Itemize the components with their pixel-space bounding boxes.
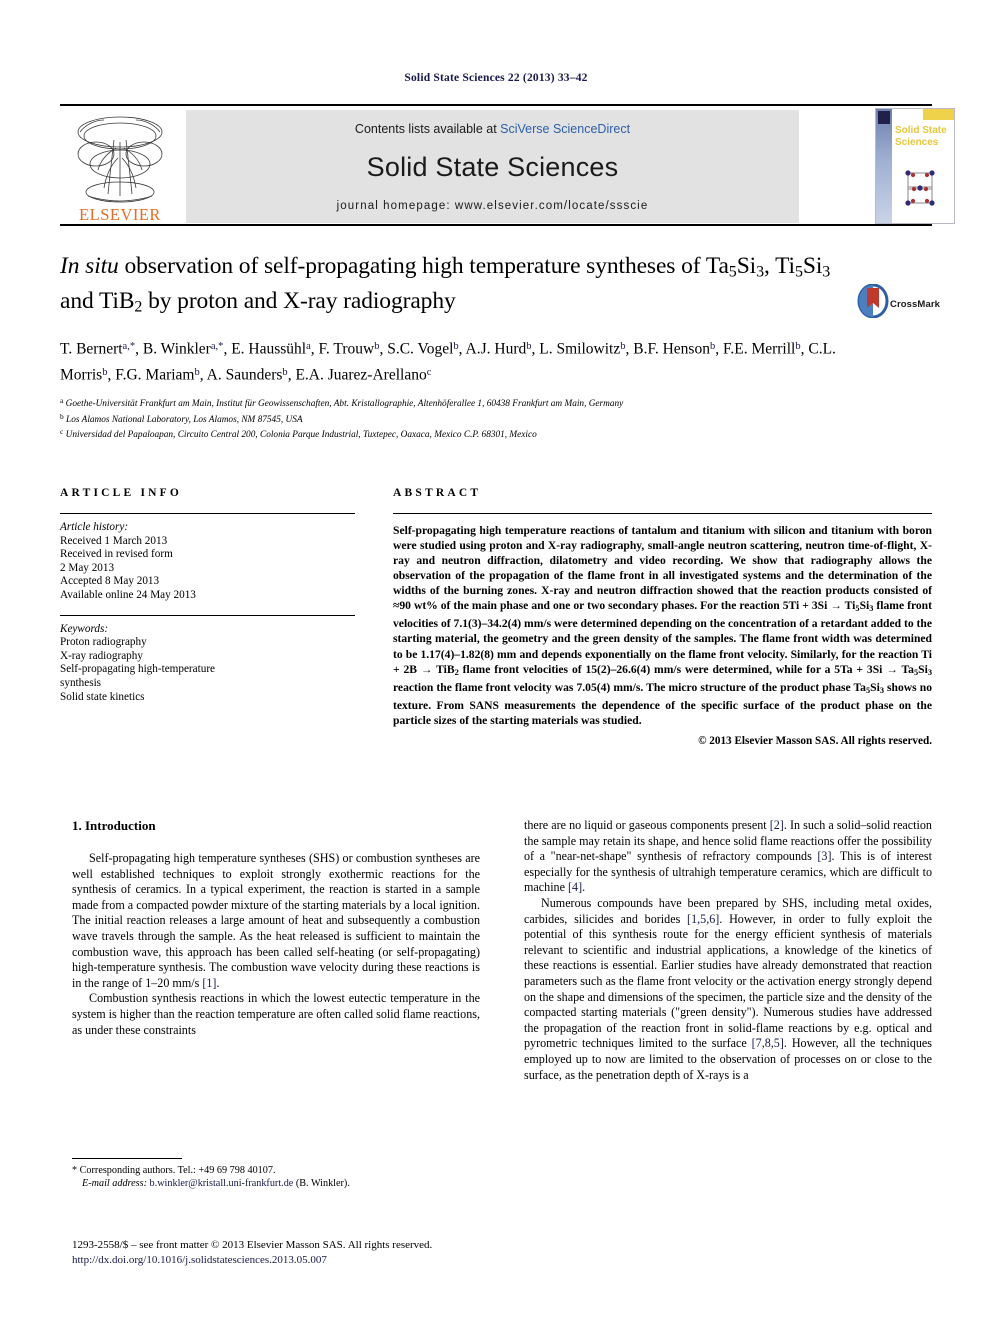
article-info-rule-mid (60, 614, 355, 616)
abstract-heading: ABSTRACT (393, 487, 482, 499)
abstract-text: Self-propagating high temperature reacti… (393, 524, 932, 727)
section-heading-introduction: 1. Introduction (72, 818, 156, 833)
article-info-heading: ARTICLE INFO (60, 487, 183, 499)
journal-article-page: Solid State Sciences 22 (2013) 33–42 ELS… (0, 0, 992, 1323)
history-received: Received 1 March 2013 (60, 534, 168, 547)
email-label: E-mail address: (82, 1178, 147, 1190)
history-revised: Received in revised form (60, 548, 173, 561)
footnote-divider (72, 1158, 182, 1159)
corresponding-author-footnote: * Corresponding authors. Tel.: +49 69 79… (72, 1158, 480, 1190)
affiliation-c: c Universidad del Papaloapan, Circuito C… (60, 427, 537, 441)
citation-reference[interactable]: [1,5,6] (687, 912, 719, 926)
body-paragraph: there are no liquid or gaseous component… (524, 818, 932, 895)
cover-side-strip (876, 109, 892, 223)
cover-mini-image (878, 111, 890, 124)
crossmark-logo-icon (857, 283, 889, 319)
body-paragraph: Self-propagating high temperature synthe… (72, 851, 480, 990)
elsevier-tree-icon (77, 116, 163, 203)
doi-link[interactable]: http://dx.doi.org/10.1016/j.solidstatesc… (72, 1253, 572, 1268)
email-address-link[interactable]: b.winkler@kristall.uni-frankfurt.de (150, 1178, 294, 1189)
body-column-right: there are no liquid or gaseous component… (524, 818, 932, 1083)
journal-cover-thumbnail[interactable]: Solid State Sciences (875, 108, 955, 224)
cover-title-text: Solid State Sciences (895, 125, 947, 148)
body-paragraph: Combustion synthesis reactions in which … (72, 991, 480, 1037)
article-history-block: Article history: Received 1 March 2013 R… (60, 521, 355, 603)
citation-reference[interactable]: [3] (817, 849, 831, 863)
keyword-item: Proton radiography (60, 636, 147, 649)
abstract-column: ABSTRACT Self-propagating high temperatu… (393, 487, 932, 747)
cover-top-bar (923, 109, 954, 120)
keywords-label: Keywords: (60, 622, 109, 635)
article-info-column: ARTICLE INFO Article history: Received 1… (60, 487, 355, 704)
body-paragraph: Numerous compounds have been prepared by… (524, 895, 933, 1082)
affiliation-list: a Goethe-Universität Frankfurt am Main, … (60, 395, 890, 441)
affiliation-b: b Los Alamos National Laboratory, Los Al… (60, 411, 303, 425)
article-title-italic-lead: In situ (60, 253, 119, 279)
crossmark-label: CrossMark (890, 299, 941, 310)
affiliation-a: a Goethe-Universität Frankfurt am Main, … (60, 396, 624, 410)
crossmark-badge[interactable]: CrossMark (857, 283, 941, 330)
title-block: In situ observation of self-propagating … (60, 252, 940, 442)
history-revised-date: 2 May 2013 (60, 561, 115, 574)
keyword-item: Solid state kinetics (60, 690, 145, 703)
email-suffix: (B. Winkler). (295, 1178, 350, 1190)
journal-title: Solid State Sciences (366, 152, 619, 182)
journal-homepage-line[interactable]: journal homepage: www.elsevier.com/locat… (186, 200, 799, 212)
citation-reference[interactable]: [7,8,5] (752, 1036, 784, 1050)
article-title: In situ observation of self-propagating … (60, 253, 831, 315)
crystal-structure-icon (905, 170, 935, 206)
keyword-item: X-ray radiography (60, 649, 143, 662)
citation-reference[interactable]: [1] (202, 976, 216, 990)
contents-available-line: Contents lists available at SciVerse Sci… (186, 122, 799, 136)
body-column-left: 1. Introduction Self-propagating high te… (72, 818, 480, 1038)
journal-masthead: ELSEVIER Contents lists available at Sci… (60, 104, 955, 226)
contents-prefix: Contents lists available at (354, 122, 501, 136)
keyword-item: synthesis (60, 676, 102, 689)
front-matter-line: 1293-2558/$ – see front matter © 2013 El… (72, 1239, 433, 1251)
citation-reference[interactable]: [2] (770, 818, 784, 832)
author-list: T. Bernerta,*, B. Winklera,*, E. Haussüh… (60, 340, 836, 384)
email-line: E-mail address: b.winkler@kristall.uni-f… (72, 1177, 480, 1190)
elsevier-wordmark: ELSEVIER (79, 205, 161, 223)
history-accepted: Accepted 8 May 2013 (60, 575, 160, 588)
citation-reference[interactable]: [4] (568, 880, 582, 894)
corresponding-author-line: * Corresponding authors. Tel.: +49 69 79… (72, 1165, 276, 1176)
abstract-rule-top (393, 513, 932, 514)
contents-band: Contents lists available at SciVerse Sci… (186, 110, 799, 223)
sciencedirect-link[interactable]: SciVerse ScienceDirect (500, 122, 630, 136)
keyword-item: Self-propagating high-temperature (60, 663, 216, 676)
abstract-copyright: © 2013 Elsevier Masson SAS. All rights r… (698, 734, 932, 747)
article-info-rule-top (60, 513, 355, 514)
colophon: 1293-2558/$ – see front matter © 2013 El… (72, 1238, 572, 1267)
keywords-block: Keywords: Proton radiography X-ray radio… (60, 623, 355, 705)
elsevier-logo: ELSEVIER (62, 110, 178, 223)
running-head: Solid State Sciences 22 (2013) 33–42 (404, 72, 588, 84)
history-online: Available online 24 May 2013 (60, 588, 196, 601)
article-history-label: Article history: (60, 521, 129, 533)
